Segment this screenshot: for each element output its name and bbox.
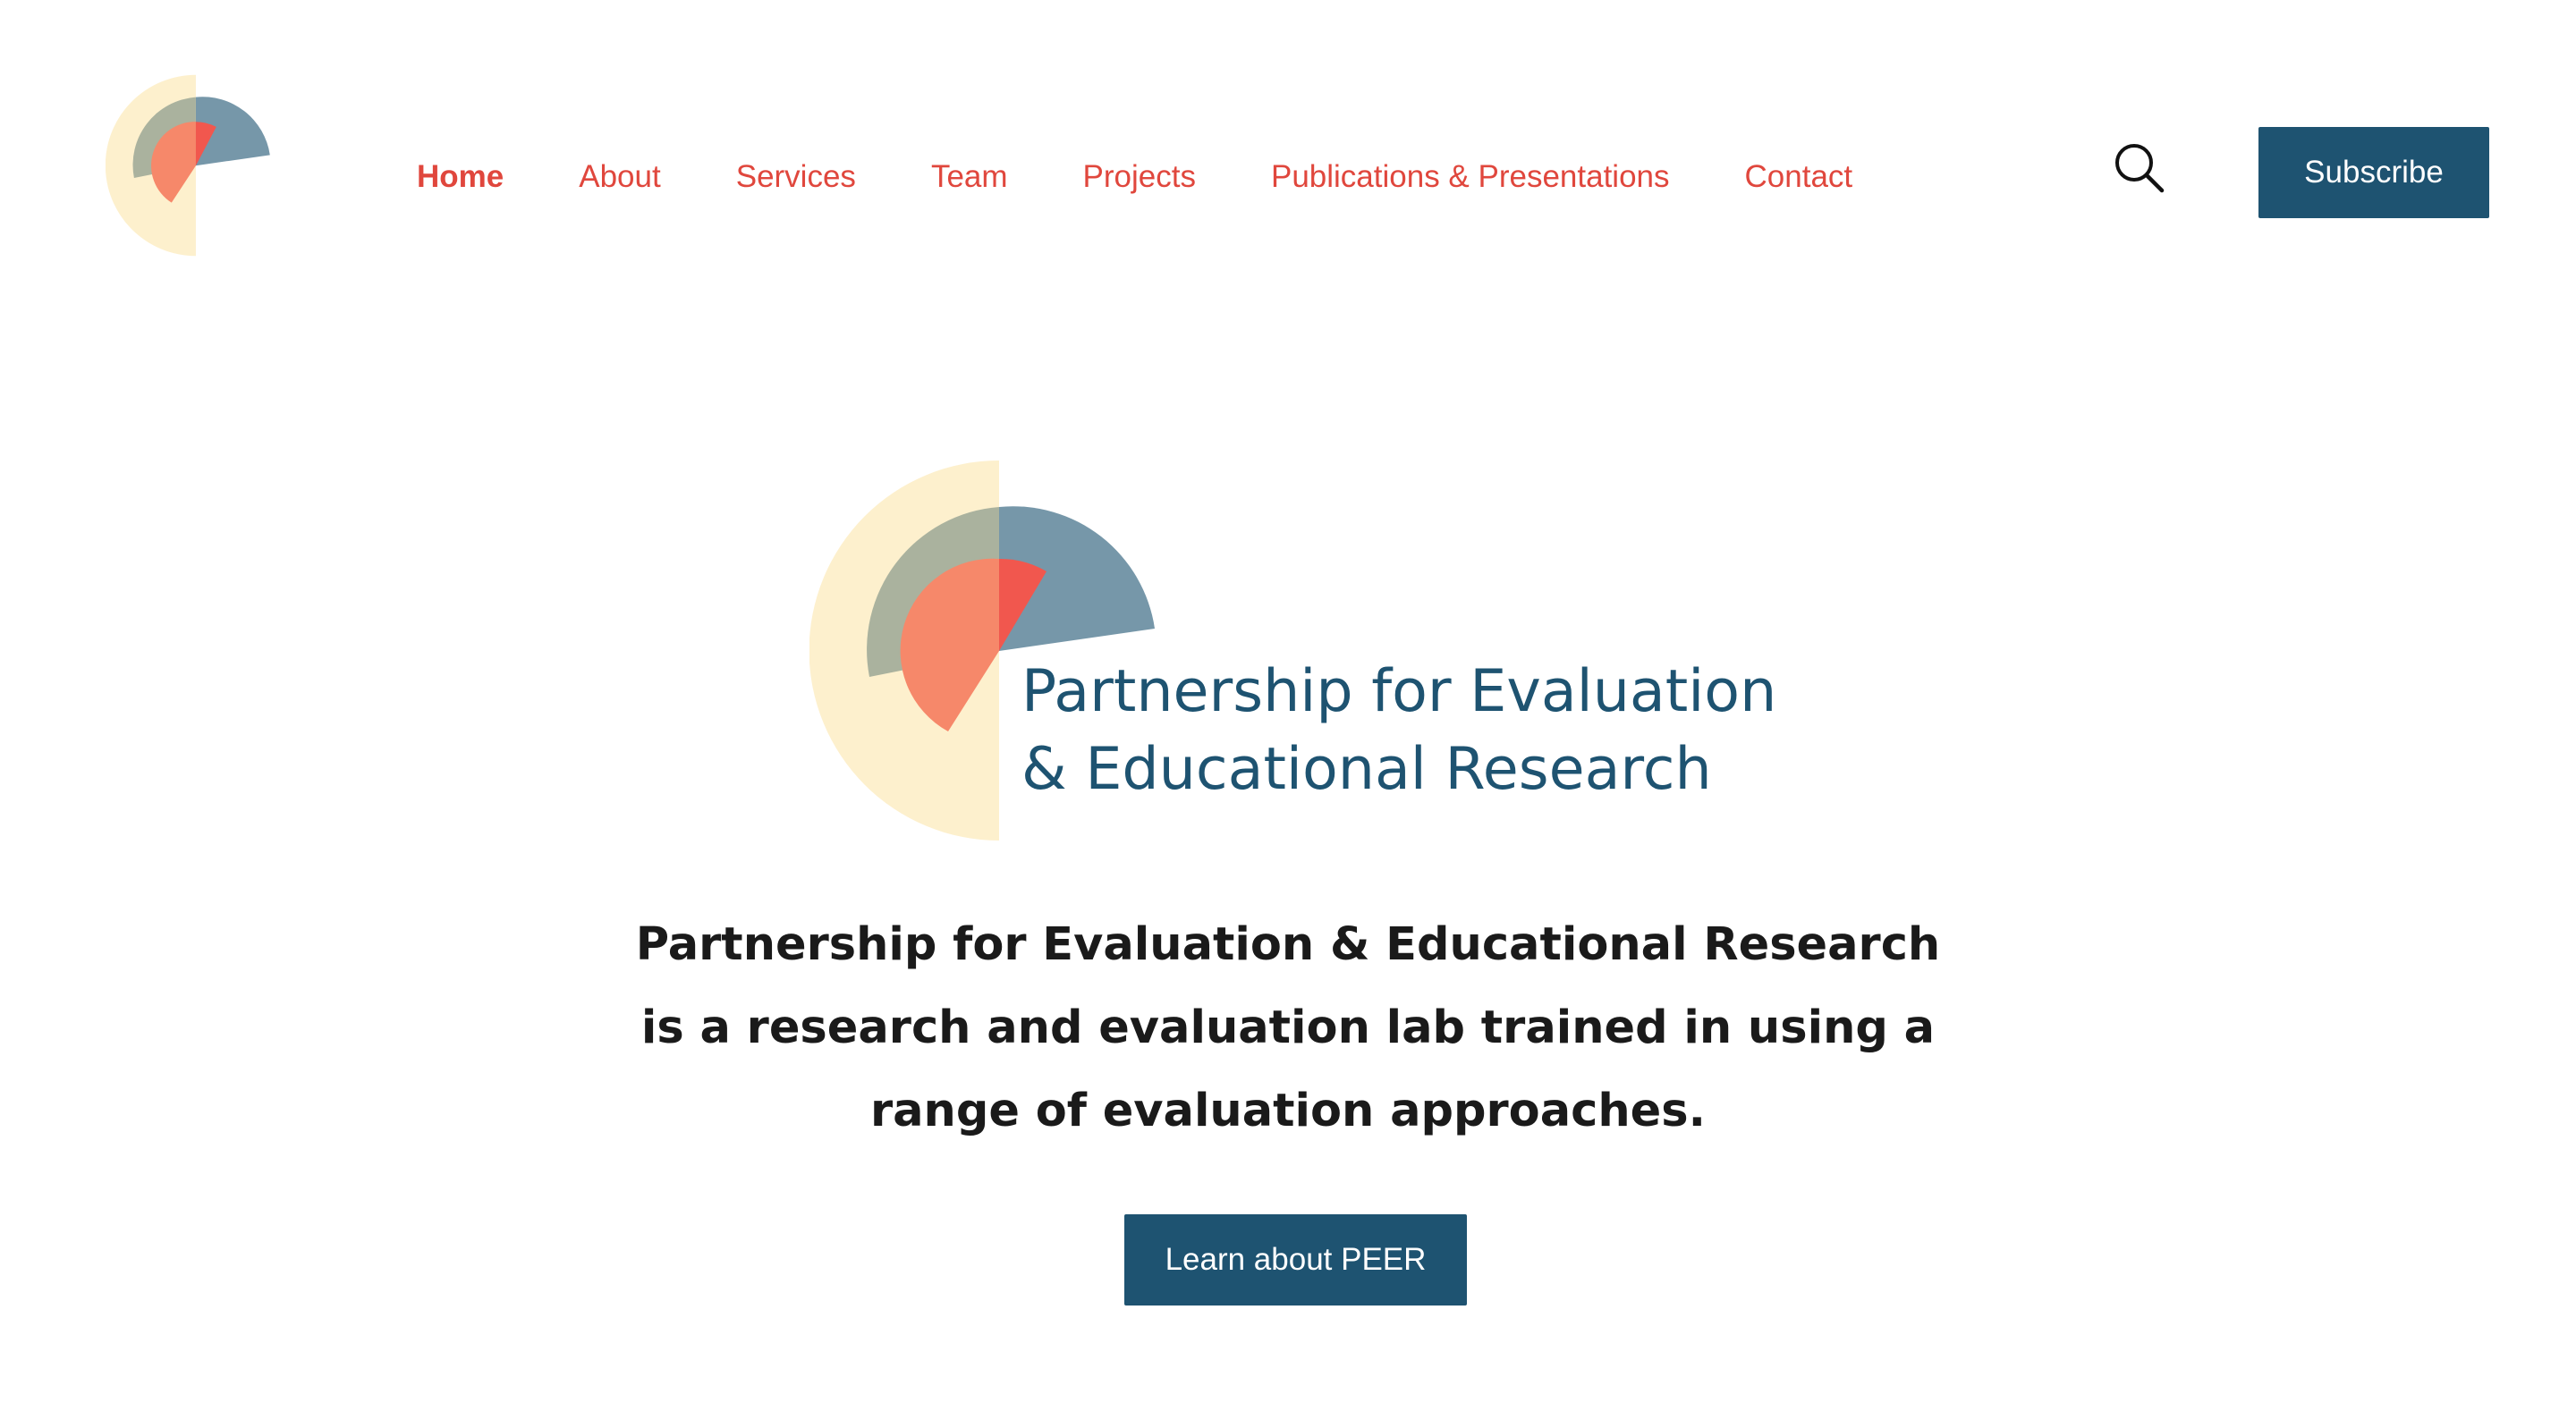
hero-logo: Partnership for Evaluation & Educational… [809,461,1776,841]
nav-item-publications[interactable]: Publications & Presentations [1271,159,1670,195]
learn-about-button[interactable]: Learn about PEER [1124,1214,1467,1305]
nav-item-home[interactable]: Home [417,159,504,195]
nav-item-team[interactable]: Team [931,159,1008,195]
nav-item-about[interactable]: About [579,159,660,195]
subscribe-button[interactable]: Subscribe [2258,127,2489,218]
nav-item-services[interactable]: Services [736,159,856,195]
hero-description: Partnership for Evaluation & Educational… [635,918,1941,1137]
peer-logo-icon [105,74,270,257]
search-button[interactable] [2113,141,2166,195]
hero-wordmark-line1: Partnership for Evaluation [1021,658,1777,725]
main-nav: Home About Services Team Projects Public… [417,150,1852,204]
hero-wordmark: Partnership for Evaluation & Educational… [1021,653,1776,808]
search-icon [2115,144,2165,193]
nav-item-contact[interactable]: Contact [1745,159,1853,195]
nav-item-projects[interactable]: Projects [1083,159,1196,195]
site-logo[interactable] [105,72,284,259]
page: Home About Services Team Projects Public… [0,0,2576,1428]
hero-wordmark-line2: & Educational Research [1021,736,1712,803]
site-header: Home About Services Team Projects Public… [0,0,2576,268]
